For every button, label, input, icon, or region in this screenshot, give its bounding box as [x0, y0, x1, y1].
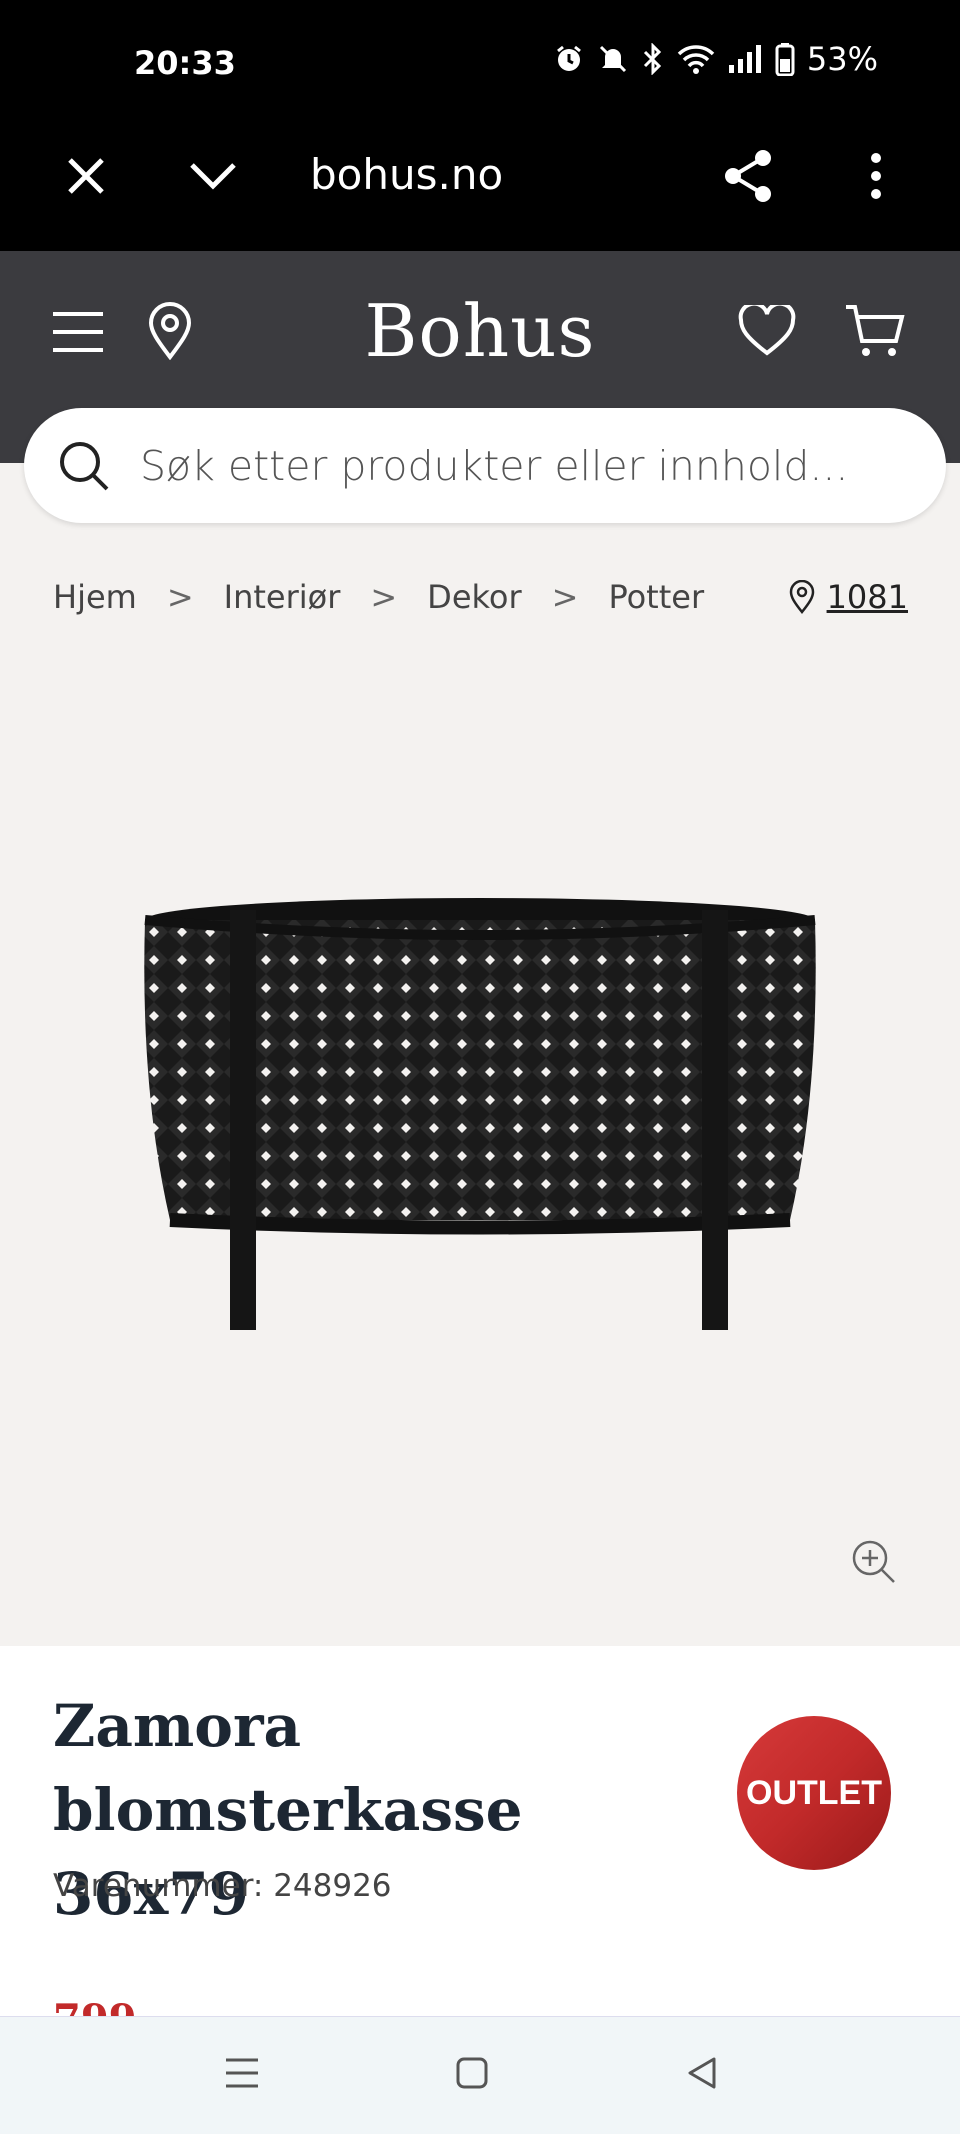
- status-time: 20:33: [134, 44, 236, 82]
- breadcrumb-separator: >: [370, 578, 398, 616]
- chevron-down-icon: [190, 163, 236, 190]
- battery-icon: [775, 43, 795, 76]
- status-bar: 20:33 53%: [0, 0, 960, 128]
- heart-icon: [738, 305, 796, 356]
- zoom-image-button[interactable]: [848, 1536, 900, 1588]
- system-nav-bar: [0, 2016, 960, 2134]
- outlet-badge: OUTLET: [737, 1716, 891, 1870]
- bluetooth-icon: [643, 43, 661, 75]
- breadcrumb-separator: >: [551, 578, 579, 616]
- store-code[interactable]: 1081: [827, 578, 908, 616]
- close-icon: [68, 158, 104, 194]
- location-pin-icon: [789, 580, 814, 614]
- breadcrumb-item-potter[interactable]: Potter: [608, 578, 704, 616]
- mute-icon: [599, 45, 626, 73]
- more-options-button[interactable]: [858, 146, 894, 206]
- home-button[interactable]: [452, 2053, 492, 2093]
- breadcrumb-separator: >: [166, 578, 194, 616]
- selected-store[interactable]: 1081: [789, 578, 908, 616]
- url-text[interactable]: bohus.no: [310, 150, 503, 199]
- wishlist-button[interactable]: [736, 301, 798, 361]
- product-sku: Varenummer: 248926: [53, 1868, 392, 1904]
- recents-icon: [226, 2058, 258, 2088]
- cart-icon: [846, 305, 905, 356]
- zoom-in-icon: [852, 1540, 895, 1583]
- back-icon: [688, 2057, 716, 2089]
- product-info: Zamora blomsterkasse 36x79 Varenummer: 2…: [0, 1646, 960, 2016]
- home-icon: [456, 2057, 488, 2089]
- status-icons: 53%: [553, 40, 878, 78]
- battery-percent: 53%: [806, 40, 878, 78]
- breadcrumb-item-dekor[interactable]: Dekor: [427, 578, 521, 616]
- recent-apps-button[interactable]: [222, 2053, 262, 2093]
- share-button[interactable]: [718, 146, 778, 206]
- breadcrumb: Hjem > Interiør > Dekor > Potter: [53, 578, 704, 616]
- more-vert-icon: [871, 153, 881, 199]
- search-bar[interactable]: Søk etter produkter eller innhold...: [24, 408, 946, 523]
- product-image[interactable]: [140, 890, 820, 1340]
- cart-button[interactable]: [842, 301, 908, 361]
- wifi-icon: [677, 45, 715, 74]
- back-button[interactable]: [682, 2053, 722, 2093]
- product-price: 799: [53, 1996, 137, 2016]
- alarm-icon: [556, 45, 581, 71]
- signal-icon: [728, 45, 761, 73]
- minimize-tab-button[interactable]: [186, 150, 240, 202]
- browser-toolbar: bohus.no: [0, 128, 960, 251]
- search-icon: [60, 442, 109, 491]
- search-input[interactable]: Søk etter produkter eller innhold...: [140, 442, 848, 490]
- close-tab-button[interactable]: [60, 150, 112, 202]
- bohus-logo[interactable]: Bohus: [0, 289, 960, 373]
- breadcrumb-item-hjem[interactable]: Hjem: [53, 578, 137, 616]
- share-icon: [725, 150, 771, 202]
- breadcrumb-item-interior[interactable]: Interiør: [224, 578, 341, 616]
